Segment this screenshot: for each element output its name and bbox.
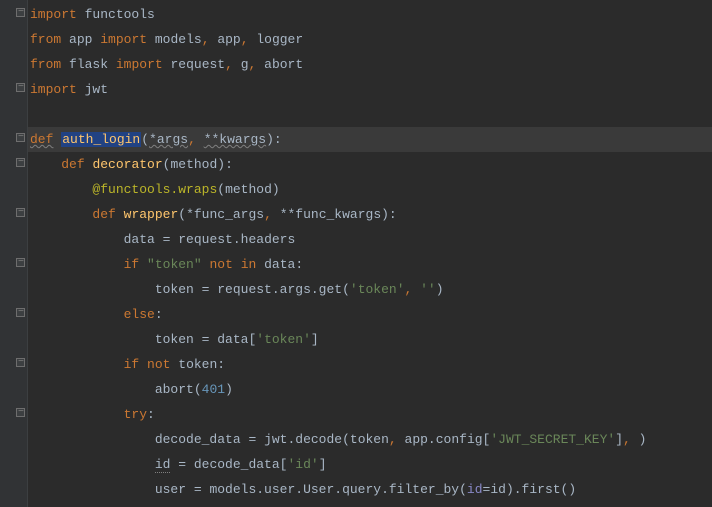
identifier: request <box>170 57 225 72</box>
parameter: *args <box>149 132 188 147</box>
parameter: **func_kwargs <box>280 207 381 222</box>
identifier: models.user.User.query.filter_by <box>209 482 459 497</box>
identifier: method <box>225 182 272 197</box>
function-name: auth_login <box>61 132 141 147</box>
decorator: @functools.wraps <box>92 182 217 197</box>
code-line: user = models.user.User.query.filter_by(… <box>28 477 712 502</box>
keyword: if <box>124 357 140 372</box>
identifier: token <box>350 432 389 447</box>
number: 401 <box>202 382 225 397</box>
keyword: def <box>92 207 115 222</box>
code-line: data = request.headers <box>28 227 712 252</box>
string: 'JWT_SECRET_KEY' <box>490 432 615 447</box>
keyword: from <box>30 32 61 47</box>
fold-marker[interactable] <box>16 83 25 92</box>
fold-marker[interactable] <box>16 308 25 317</box>
identifier: token <box>155 282 194 297</box>
keyword: import <box>116 57 163 72</box>
identifier: id <box>155 457 171 473</box>
code-line: abort(401) <box>28 377 712 402</box>
string: 'token' <box>350 282 405 297</box>
identifier: functools <box>85 7 155 22</box>
code-line: if "token" not in data: <box>28 252 712 277</box>
identifier: token <box>155 332 194 347</box>
fold-marker[interactable] <box>16 208 25 217</box>
identifier: jwt.decode <box>264 432 342 447</box>
keyword: try <box>124 407 147 422</box>
fold-marker[interactable] <box>16 358 25 367</box>
fold-marker[interactable] <box>16 158 25 167</box>
identifier: request.headers <box>178 232 295 247</box>
fold-marker[interactable] <box>16 408 25 417</box>
fold-marker[interactable] <box>16 258 25 267</box>
identifier: logger <box>256 32 303 47</box>
keyword: if <box>124 257 140 272</box>
keyword: not <box>147 357 170 372</box>
parameter: *func_args <box>186 207 264 222</box>
identifier: data <box>217 332 248 347</box>
identifier: data <box>264 257 295 272</box>
code-line: try: <box>28 402 712 427</box>
identifier: app <box>69 32 92 47</box>
code-line: else: <box>28 302 712 327</box>
code-line: from flask import request, g, abort <box>28 52 712 77</box>
identifier: id <box>490 482 506 497</box>
keyword: else <box>124 307 155 322</box>
keyword: import <box>100 32 147 47</box>
fold-marker[interactable] <box>16 8 25 17</box>
code-line-highlighted: def auth_login(*args, **kwargs): <box>28 127 712 152</box>
code-line: token = data['token'] <box>28 327 712 352</box>
gutter <box>0 0 28 507</box>
code-line: import jwt <box>28 77 712 102</box>
parameter: method <box>170 157 217 172</box>
keyword: def <box>61 157 84 172</box>
identifier: models <box>155 32 202 47</box>
keyword: import <box>30 7 77 22</box>
code-line: decode_data = jwt.decode(token, app.conf… <box>28 427 712 452</box>
string: 'id' <box>287 457 318 472</box>
identifier: .first() <box>514 482 576 497</box>
identifier: token <box>178 357 217 372</box>
string: "token" <box>147 257 202 272</box>
identifier: request.args.get <box>217 282 342 297</box>
identifier: abort <box>264 57 303 72</box>
code-line: id = decode_data['id'] <box>28 452 712 477</box>
keyword: from <box>30 57 61 72</box>
keyword: import <box>30 82 77 97</box>
identifier: app <box>217 32 240 47</box>
keyword: not <box>209 257 232 272</box>
code-line: if not token: <box>28 352 712 377</box>
string: 'token' <box>256 332 311 347</box>
code-line: import functools <box>28 2 712 27</box>
identifier: g <box>241 57 249 72</box>
code-line: def wrapper(*func_args, **func_kwargs): <box>28 202 712 227</box>
code-line: @functools.wraps(method) <box>28 177 712 202</box>
identifier: app.config <box>405 432 483 447</box>
identifier: flask <box>69 57 108 72</box>
code-line <box>28 102 712 127</box>
function-name: decorator <box>92 157 162 172</box>
identifier: abort <box>155 382 194 397</box>
identifier: decode_data <box>155 432 241 447</box>
code-line: from app import models, app, logger <box>28 27 712 52</box>
identifier: data <box>124 232 155 247</box>
fold-marker[interactable] <box>16 133 25 142</box>
code-line: token = request.args.get('token', '') <box>28 277 712 302</box>
string: '' <box>420 282 436 297</box>
identifier: user <box>155 482 186 497</box>
keyword: def <box>30 132 53 147</box>
identifier: decode_data <box>194 457 280 472</box>
identifier: id <box>467 482 483 497</box>
code-line: def decorator(method): <box>28 152 712 177</box>
parameter: **kwargs <box>204 132 266 147</box>
function-name: wrapper <box>124 207 179 222</box>
identifier: jwt <box>85 82 108 97</box>
code-editor[interactable]: import functools from app import models,… <box>28 0 712 502</box>
keyword: in <box>241 257 257 272</box>
